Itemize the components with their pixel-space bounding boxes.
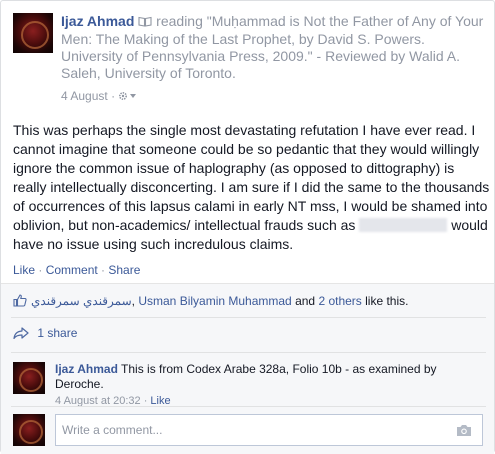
comment-composer: Write a comment... <box>13 414 483 448</box>
divider <box>11 406 486 407</box>
likes-row: سمرقندي سمرقندي, Usman Bilyamin Muhammad… <box>13 294 483 309</box>
post-body: This was perhaps the single most devasta… <box>13 121 491 254</box>
redacted-name <box>359 218 448 232</box>
divider <box>11 352 486 353</box>
liker-link-2[interactable]: Usman Bilyamin Muhammad <box>138 294 291 308</box>
post-headline: Ijaz Ahmad reading "Muḥammad is Not the … <box>61 13 486 82</box>
comment-input[interactable]: Write a comment... <box>55 414 483 446</box>
author-name[interactable]: Ijaz Ahmad <box>61 13 134 29</box>
post-meta: 4 August · <box>61 89 138 104</box>
divider <box>11 317 486 318</box>
shares-row[interactable]: 1 share <box>13 326 483 341</box>
feedback-section: سمرقندي سمرقندي, Usman Bilyamin Muhammad… <box>1 283 494 454</box>
thumbs-up-icon <box>13 294 27 307</box>
action-dot: · <box>35 263 46 277</box>
others-link[interactable]: 2 others <box>318 294 361 308</box>
comment-placeholder: Write a comment... <box>62 423 163 437</box>
post-card: Ijaz Ahmad reading "Muḥammad is Not the … <box>0 0 495 454</box>
commenter-name[interactable]: Ijaz Ahmad <box>55 362 118 376</box>
camera-icon[interactable] <box>456 424 472 437</box>
audience-gear-icon[interactable] <box>118 89 138 103</box>
commenter-avatar[interactable] <box>13 362 45 394</box>
like-suffix: like this. <box>361 294 409 308</box>
share-arrow-icon <box>13 326 37 340</box>
likers-and: and <box>291 294 319 308</box>
post-date[interactable]: 4 August <box>61 89 108 103</box>
author-avatar[interactable] <box>13 13 53 53</box>
shares-link[interactable]: 1 share <box>37 326 77 340</box>
post-body-text: This was perhaps the single most devasta… <box>13 122 490 233</box>
share-link[interactable]: Share <box>108 263 140 277</box>
post-actions: Like · Comment · Share <box>13 263 140 278</box>
like-link[interactable]: Like <box>13 263 35 277</box>
viewer-avatar <box>13 414 45 446</box>
comment-link[interactable]: Comment <box>46 263 98 277</box>
book-icon <box>138 14 152 31</box>
meta-separator: · <box>111 89 116 103</box>
comment-body: Ijaz Ahmad This is from Codex Arabe 328a… <box>55 362 465 392</box>
action-dot: · <box>97 263 109 277</box>
liker-link-1[interactable]: سمرقندي سمرقندي <box>31 294 132 308</box>
